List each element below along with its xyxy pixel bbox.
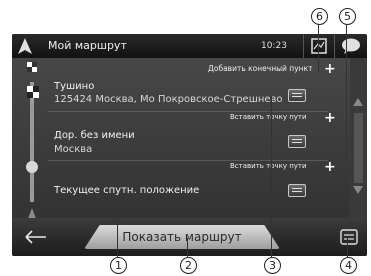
stop-name: Дор. без имени — [54, 130, 135, 141]
page-title: Мой маршрут — [48, 39, 127, 52]
scroll-up-icon[interactable] — [353, 98, 363, 106]
callout-6: 6 — [311, 8, 328, 25]
leader-line — [346, 24, 347, 160]
message-icon[interactable] — [335, 36, 365, 56]
row-menu-button[interactable] — [288, 135, 306, 148]
top-bar: Мой маршрут 10:23 — [12, 34, 367, 58]
leader-line — [187, 238, 188, 258]
menu-icon[interactable] — [339, 227, 359, 247]
back-arrow-icon[interactable] — [18, 227, 54, 247]
row-menu-button[interactable] — [288, 89, 306, 102]
clock-time: 10:23 — [261, 41, 287, 51]
stop-address: 125424 Москва, Мо Покровское-Стрешнево — [54, 94, 283, 105]
bottom-bar: Показать маршрут — [12, 218, 367, 256]
callout-2: 2 — [180, 257, 197, 274]
divider — [48, 111, 328, 112]
insert-waypoint-button[interactable]: + — [324, 160, 336, 174]
show-route-button[interactable]: Показать маршрут — [84, 225, 280, 249]
leader-line — [271, 96, 272, 258]
route-rail — [30, 82, 34, 202]
stop-name: Текущее спутн. положение — [54, 185, 200, 196]
insert-waypoint-label: Вставить точку пути — [230, 162, 307, 170]
leader-line — [347, 238, 348, 258]
scrollbar[interactable] — [350, 58, 367, 228]
navigation-arrow-icon — [18, 38, 32, 54]
scroll-down-icon[interactable] — [353, 186, 363, 194]
callout-4: 4 — [340, 257, 357, 274]
stop-address: Москва — [54, 144, 93, 155]
leader-line — [318, 24, 319, 72]
add-end-point-button[interactable]: + — [324, 62, 336, 76]
callout-1: 1 — [110, 257, 127, 274]
navigation-screen: Мой маршрут 10:23 Добавить конечный пунк… — [12, 34, 367, 256]
add-end-point-label: Добавить конечный пункт — [208, 64, 313, 73]
position-icon — [26, 161, 38, 173]
insert-waypoint-button[interactable]: + — [324, 111, 336, 125]
callout-3: 3 — [264, 257, 281, 274]
scroll-thumb[interactable] — [354, 113, 363, 183]
flag-icon — [27, 62, 37, 72]
leader-line — [117, 210, 118, 258]
divider — [48, 160, 328, 161]
insert-waypoint-label: Вставить точку пути — [230, 113, 307, 121]
map-icon[interactable] — [304, 36, 334, 56]
stop-name: Тушино — [54, 81, 95, 92]
route-list: Добавить конечный пункт + Тушино 125424 … — [12, 58, 367, 234]
flag-icon — [27, 86, 39, 98]
row-menu-button[interactable] — [288, 184, 306, 197]
callout-5: 5 — [339, 8, 356, 25]
